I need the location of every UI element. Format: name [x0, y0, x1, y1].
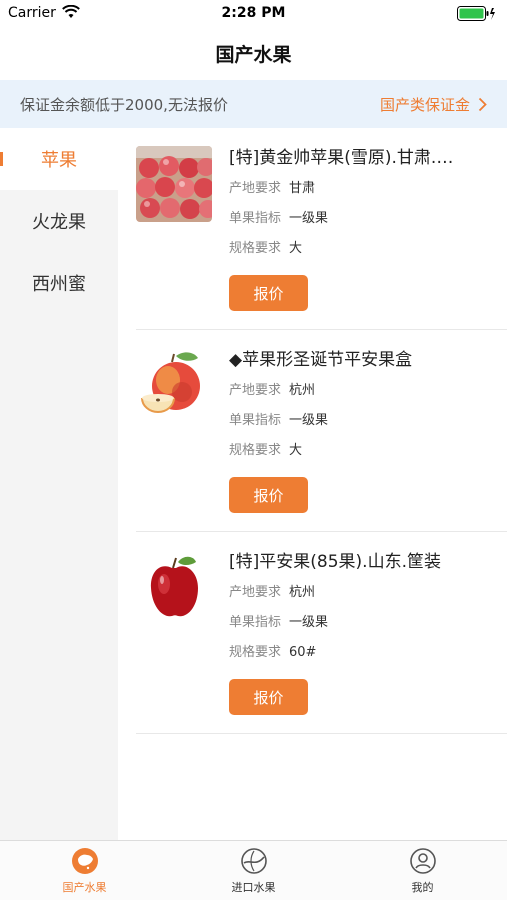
category-item-apple[interactable]: 苹果	[0, 128, 118, 190]
grade-value: 一级果	[289, 615, 329, 630]
category-item-dragon-fruit[interactable]: 火龙果	[0, 190, 118, 252]
grade-label: 单果指标	[229, 413, 282, 428]
tab-bar: 国产水果 进口水果 我的	[0, 840, 507, 900]
user-icon	[409, 847, 436, 874]
apple-slice-image	[136, 348, 212, 424]
grade-value: 一级果	[289, 211, 329, 226]
origin-label: 产地要求	[229, 585, 282, 600]
product-title: ◆苹果形圣诞节平安果盒	[229, 350, 413, 370]
page-title: 国产水果	[215, 43, 292, 66]
origin-label: 产地要求	[229, 383, 282, 398]
status-time: 2:28 PM	[221, 5, 286, 21]
tab-label: 国产水果	[62, 880, 107, 894]
globe-icon	[240, 847, 267, 874]
tab-label: 进口水果	[231, 880, 276, 894]
tab-domestic-fruit[interactable]: 国产水果	[0, 841, 169, 900]
red-apple-image	[136, 550, 212, 626]
spec-value: 大	[289, 443, 303, 458]
category-label: 火龙果	[32, 212, 86, 233]
spec-value: 大	[289, 241, 303, 256]
product-item[interactable]: [特]平安果(85果).山东.筐装 产地要求 杭州 单果指标 一级果 规格要求 60#…	[136, 532, 507, 734]
spec-value: 60#	[289, 645, 317, 660]
category-sidebar: 苹果 火龙果 西州蜜	[0, 128, 118, 840]
tab-imported-fruit[interactable]: 进口水果	[169, 841, 338, 900]
china-map-icon	[71, 847, 98, 874]
origin-value: 杭州	[289, 585, 316, 600]
deposit-notice-banner: 保证金余额低于2000,无法报价 国产类保证金	[0, 80, 507, 128]
status-bar: Carrier 2:28 PM	[0, 0, 507, 28]
category-label: 西州蜜	[32, 274, 86, 295]
battery-icon	[457, 6, 497, 26]
origin-label: 产地要求	[229, 181, 282, 196]
origin-value: 甘肃	[289, 181, 316, 196]
deposit-link[interactable]: 国产类保证金	[380, 94, 487, 115]
product-title: [特]黄金帅苹果(雪原).甘肃.…	[229, 148, 454, 168]
grade-label: 单果指标	[229, 211, 282, 226]
product-list: [特]黄金帅苹果(雪原).甘肃.… 产地要求 甘肃 单果指标 一级果 规格要求大 报…	[118, 128, 507, 734]
category-label: 苹果	[41, 150, 77, 171]
grade-label: 单果指标	[229, 615, 282, 630]
quote-button[interactable]: 报价	[229, 679, 308, 715]
deposit-warning-text: 保证金余额低于2000,无法报价	[20, 95, 228, 114]
product-item[interactable]: [特]黄金帅苹果(雪原).甘肃.… 产地要求 甘肃 单果指标 一级果 规格要求大 报…	[136, 128, 507, 330]
spec-label: 规格要求	[229, 645, 282, 660]
apple-crate-image	[136, 146, 212, 222]
grade-value: 一级果	[289, 413, 329, 428]
tab-label: 我的	[411, 880, 434, 894]
spec-label: 规格要求	[229, 241, 282, 256]
deposit-link-label: 国产类保证金	[379, 95, 470, 114]
quote-button[interactable]: 报价	[229, 477, 308, 513]
chevron-right-icon	[478, 97, 487, 111]
navigation-bar: 国产水果	[0, 28, 507, 78]
tab-mine[interactable]: 我的	[338, 841, 507, 900]
spec-label: 规格要求	[229, 443, 282, 458]
active-indicator	[0, 152, 3, 166]
product-title: [特]平安果(85果).山东.筐装	[229, 552, 441, 572]
product-item[interactable]: ◆苹果形圣诞节平安果盒 产地要求 杭州 单果指标 一级果 规格要求大 报价	[136, 330, 507, 532]
quote-button[interactable]: 报价	[229, 275, 308, 311]
category-item-melon[interactable]: 西州蜜	[0, 252, 118, 314]
origin-value: 杭州	[289, 383, 316, 398]
